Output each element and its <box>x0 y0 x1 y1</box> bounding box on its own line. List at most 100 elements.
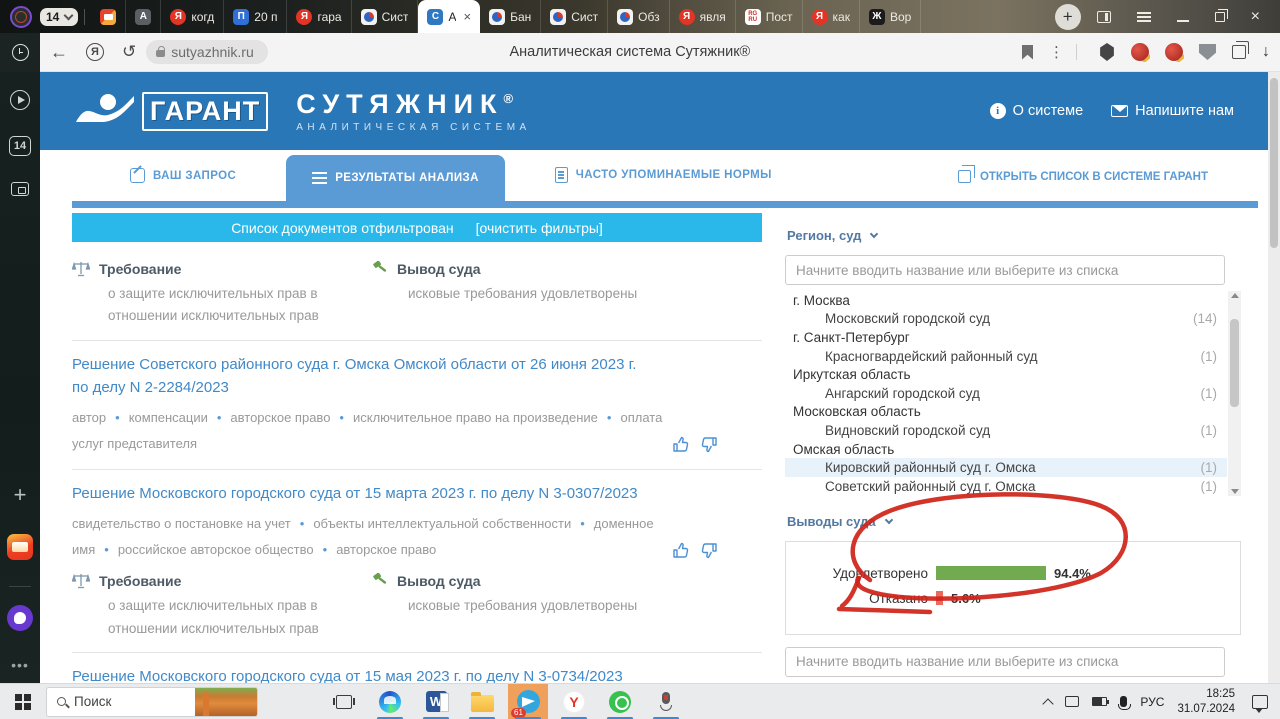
about-system-link[interactable]: i О системе <box>989 103 1083 119</box>
list-scrollbar[interactable] <box>1228 291 1241 496</box>
tab-your-request[interactable]: ВАШ ЗАПРОС <box>120 168 246 201</box>
profile-avatar[interactable] <box>10 5 32 28</box>
maximize-button[interactable] <box>1214 8 1228 22</box>
browser-tab-active[interactable]: С А × <box>418 0 481 33</box>
task-view-button[interactable] <box>324 684 364 719</box>
court-row[interactable]: Ангарский городской суд (1) <box>785 384 1227 403</box>
yandex-mail-icon[interactable] <box>7 534 33 560</box>
result-tag[interactable]: свидетельство о постановке на учет <box>72 516 291 531</box>
search-daily-image[interactable] <box>195 687 257 716</box>
extension-pin-icon[interactable] <box>1100 43 1114 61</box>
recorder-app-button[interactable] <box>646 684 686 719</box>
download-icon[interactable]: ↓ <box>1262 43 1270 61</box>
result-tag[interactable]: исключительное право на произведение <box>330 410 598 425</box>
open-in-garant-link[interactable]: ОТКРЫТЬ СПИСОК В СИСТЕМЕ ГАРАНТ <box>957 165 1208 201</box>
court-row[interactable]: Красногвардейский районный суд (1) <box>785 347 1227 366</box>
adblock-shield-icon[interactable] <box>1199 44 1216 60</box>
browser-tab[interactable]: Бан <box>480 0 542 33</box>
more-dots-icon[interactable]: ••• <box>11 657 29 673</box>
extension-icon[interactable] <box>1165 43 1183 61</box>
alice-assistant-icon[interactable] <box>7 605 33 631</box>
page-scroll-thumb[interactable] <box>1270 78 1278 248</box>
whatsapp-app-button[interactable] <box>600 684 640 719</box>
court-row[interactable]: Московский городской суд (14) <box>785 310 1227 329</box>
telegram-app-button[interactable]: 61 <box>508 683 548 719</box>
browser-tab[interactable]: Ж Вор <box>860 0 922 33</box>
result-title-link[interactable]: Решение Советского районного суда г. Омс… <box>72 353 657 400</box>
court-row[interactable]: Видновский городской суд (1) <box>785 421 1227 440</box>
back-button[interactable]: ← <box>50 42 68 63</box>
clear-filters-link[interactable]: [очистить фильтры] <box>476 220 603 236</box>
thumb-down-icon[interactable] <box>701 542 718 559</box>
taskbar-search[interactable]: Поиск <box>46 686 258 717</box>
add-panel-icon[interactable]: + <box>14 482 27 508</box>
court-row[interactable]: Советский районный суд г. Омска (1) <box>785 477 1227 496</box>
scroll-thumb[interactable] <box>1230 319 1239 407</box>
browser-tab[interactable] <box>91 0 127 33</box>
notifications-icon[interactable] <box>1252 694 1268 713</box>
result-tag[interactable]: авторское право <box>208 410 331 425</box>
device-icon[interactable] <box>1065 696 1080 707</box>
side-panel-icon[interactable] <box>1096 10 1111 23</box>
extension-icon[interactable] <box>1131 43 1149 61</box>
tab-analysis-results[interactable]: РЕЗУЛЬТАТЫ АНАЛИЗА <box>286 155 505 201</box>
address-bar[interactable]: sutyazhnik.ru <box>146 40 268 64</box>
result-tag[interactable]: авторское право <box>314 542 437 557</box>
more-menu-icon[interactable]: ⋮ <box>1049 45 1064 60</box>
browser-tab[interactable]: П 20 п <box>224 0 288 33</box>
region-court-header[interactable]: Регион, суд <box>787 228 1242 243</box>
close-button[interactable]: × <box>1251 8 1260 25</box>
thumb-up-icon[interactable] <box>672 542 689 559</box>
bookmark-icon[interactable] <box>1022 44 1033 60</box>
player-icon[interactable] <box>10 90 30 110</box>
scroll-down-icon[interactable] <box>1230 488 1239 494</box>
tab-close-icon[interactable]: × <box>463 9 471 24</box>
history-button[interactable] <box>0 32 40 72</box>
page-scrollbar[interactable] <box>1268 72 1280 683</box>
browser-tab[interactable]: Якак <box>803 0 860 33</box>
result-tag[interactable]: компенсации <box>106 410 208 425</box>
language-indicator[interactable]: РУС <box>1140 695 1164 709</box>
result-tag[interactable]: объекты интеллектуальной собственности <box>291 516 571 531</box>
browser-tab[interactable]: Ягара <box>287 0 352 33</box>
thumb-down-icon[interactable] <box>701 436 718 453</box>
tray-microphone-icon[interactable] <box>1117 696 1131 710</box>
yandex-browser-app-button[interactable]: Y <box>554 684 594 719</box>
court-conclusions-header[interactable]: Выводы суда <box>787 514 1242 529</box>
browser-tab[interactable]: Сист <box>352 0 419 33</box>
tab-counter[interactable]: 14 <box>40 7 79 26</box>
explorer-app-button[interactable] <box>462 684 502 719</box>
browser-tab[interactable]: A <box>126 0 162 33</box>
tabs-count-badge[interactable]: 14 <box>9 136 31 156</box>
divider <box>9 586 31 587</box>
scroll-up-icon[interactable] <box>1230 293 1239 298</box>
reload-button[interactable]: ↻ <box>122 42 136 62</box>
new-tab-button[interactable]: + <box>1054 3 1081 30</box>
tray-expand-icon[interactable] <box>1042 697 1055 710</box>
thumb-up-icon[interactable] <box>672 436 689 453</box>
browser-tab[interactable]: Обз <box>608 0 670 33</box>
court-row[interactable]: Кировский районный суд г. Омска (1) <box>785 458 1227 477</box>
clock-datetime[interactable]: 18:25 31.07.2024 <box>1177 687 1235 716</box>
browser-tab[interactable]: RG RU Пост <box>736 0 803 33</box>
tabs-copy-icon[interactable] <box>1232 41 1249 59</box>
result-tag[interactable]: российское авторское общество <box>95 542 313 557</box>
browser-tab[interactable]: Сист <box>541 0 609 33</box>
minimize-button[interactable] <box>1176 19 1189 22</box>
battery-icon[interactable] <box>1092 697 1110 706</box>
contact-us-link[interactable]: Напишите нам <box>1111 103 1234 119</box>
result-title-link[interactable]: Решение Московского городского суда от 1… <box>72 665 657 683</box>
conclusion-search-input[interactable] <box>785 646 1225 677</box>
result-title-link[interactable]: Решение Московского городского суда от 1… <box>72 482 657 505</box>
result-tag[interactable]: автор <box>72 410 106 425</box>
menu-icon[interactable] <box>1136 11 1151 22</box>
tab-cited-norms[interactable]: ЧАСТО УПОМИНАЕМЫЕ НОРМЫ <box>545 167 782 201</box>
court-search-input[interactable] <box>785 255 1225 285</box>
yandex-icon[interactable]: Я <box>86 43 104 61</box>
browser-tab[interactable]: Якогд <box>161 0 225 33</box>
start-button[interactable] <box>0 684 46 719</box>
browser-tab[interactable]: Яявля <box>670 0 736 33</box>
word-app-button[interactable]: W <box>416 684 456 719</box>
edge-app-button[interactable] <box>370 684 410 719</box>
screenshot-icon[interactable] <box>11 182 29 196</box>
